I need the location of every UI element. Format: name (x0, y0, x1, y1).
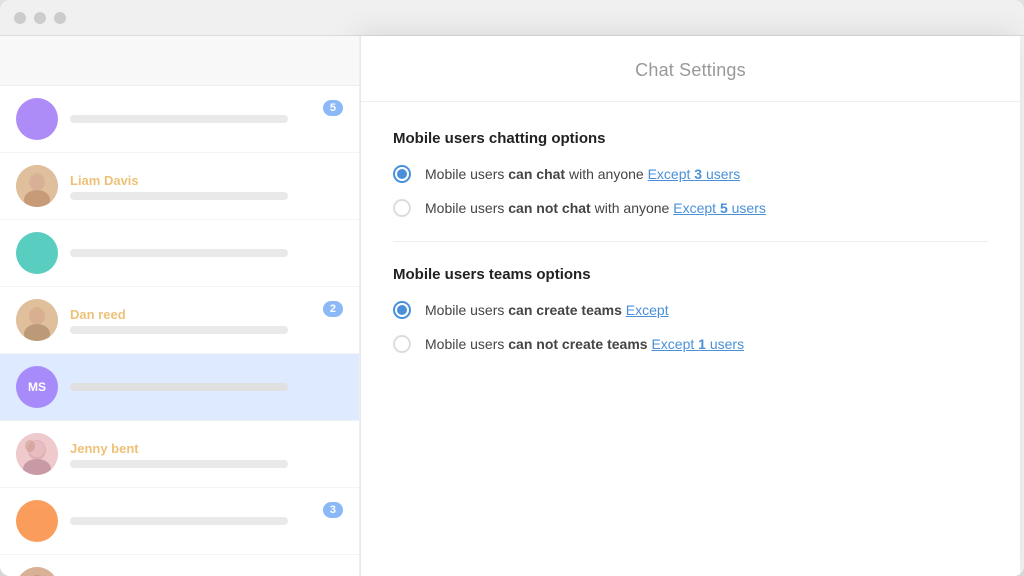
bold-text: can not chat (508, 200, 590, 216)
sidebar-name: Liam Davis (70, 173, 343, 188)
main-content: 5 Liam Davis (0, 36, 1024, 576)
avatar-face-svg (16, 165, 58, 207)
radio-inner (397, 305, 407, 315)
chat-settings-modal: Chat Settings Mobile users chatting opti… (360, 36, 1020, 576)
sidebar-preview (70, 326, 288, 334)
sidebar-item-text (70, 383, 343, 391)
bold-text: can chat (508, 166, 565, 182)
avatar-teal (16, 232, 58, 274)
option-text-teams-2: Mobile users can not create teams Except… (425, 336, 988, 352)
sidebar-search-area (0, 36, 359, 86)
radio-inner (397, 169, 407, 179)
sidebar-preview (70, 460, 288, 468)
option-text-teams-1: Mobile users can create teams Except (425, 302, 988, 318)
sidebar-item-liam2[interactable]: Liam Davis (0, 555, 359, 576)
text-after: with anyone (565, 166, 648, 182)
teams-option-1[interactable]: Mobile users can create teams Except (393, 301, 988, 319)
modal-header: Chat Settings (361, 36, 1020, 102)
traffic-light-maximize[interactable] (54, 12, 66, 24)
sidebar-item-text: Jenny bent (70, 441, 343, 468)
radio-teams-1[interactable] (393, 301, 411, 319)
sidebar-preview (70, 192, 288, 200)
sidebar-preview (70, 383, 288, 391)
bold-text: can create teams (508, 302, 622, 318)
bold-text: can not create teams (508, 336, 647, 352)
except-link-1[interactable]: Except 3 users (648, 166, 741, 182)
badge-count: 5 (323, 100, 343, 116)
avatar-liam2 (16, 567, 58, 576)
badge-count: 2 (323, 301, 343, 317)
sidebar-item-ms[interactable]: MS (0, 354, 359, 421)
teams-section-title: Mobile users teams options (393, 266, 988, 283)
text-before: Mobile users (425, 200, 508, 216)
sidebar-preview (70, 115, 288, 123)
radio-chat-1[interactable] (393, 165, 411, 183)
avatar-dan-svg (16, 299, 58, 341)
modal-body: Mobile users chatting options Mobile use… (361, 102, 1020, 576)
except-link-3[interactable]: Except (626, 302, 669, 318)
sidebar-item-text: Liam Davis (70, 173, 343, 200)
teams-option-2[interactable]: Mobile users can not create teams Except… (393, 335, 988, 353)
sidebar-name: Dan reed (70, 307, 343, 322)
app-window: 5 Liam Davis (0, 0, 1024, 576)
option-text-chat-1: Mobile users can chat with anyone Except… (425, 166, 988, 182)
sidebar-item-liam[interactable]: Liam Davis (0, 153, 359, 220)
sidebar-item-orange[interactable]: 3 (0, 488, 359, 555)
sidebar-item-text (70, 517, 343, 525)
avatar-jenny (16, 433, 58, 475)
sidebar-item-text (70, 249, 343, 257)
sidebar-preview (70, 249, 288, 257)
sidebar-preview (70, 517, 288, 525)
badge-count: 3 (323, 502, 343, 518)
text-before: Mobile users (425, 302, 508, 318)
except-link-2[interactable]: Except 5 users (673, 200, 766, 216)
titlebar (0, 0, 1024, 36)
modal-title: Chat Settings (635, 60, 746, 80)
avatar-liam2-svg (16, 567, 58, 576)
sidebar-item-jenny[interactable]: Jenny bent (0, 421, 359, 488)
traffic-light-close[interactable] (14, 12, 26, 24)
chat-option-2[interactable]: Mobile users can not chat with anyone Ex… (393, 199, 988, 217)
sidebar-item-dan[interactable]: Dan reed 2 (0, 287, 359, 354)
traffic-light-minimize[interactable] (34, 12, 46, 24)
sidebar-item-text: Dan reed (70, 307, 343, 334)
text-after: with anyone (591, 200, 674, 216)
avatar-ms: MS (16, 366, 58, 408)
section-divider (393, 241, 988, 242)
avatar-orange (16, 500, 58, 542)
avatar-dan (16, 299, 58, 341)
except-link-4[interactable]: Except 1 users (651, 336, 744, 352)
avatar-jenny-svg (16, 433, 58, 475)
chatting-section-title: Mobile users chatting options (393, 130, 988, 147)
sidebar-name: Jenny bent (70, 441, 343, 456)
radio-chat-2[interactable] (393, 199, 411, 217)
avatar-liam (16, 165, 58, 207)
text-before: Mobile users (425, 336, 508, 352)
option-text-chat-2: Mobile users can not chat with anyone Ex… (425, 200, 988, 216)
chat-option-1[interactable]: Mobile users can chat with anyone Except… (393, 165, 988, 183)
avatar-purple (16, 98, 58, 140)
sidebar-item-text (70, 115, 343, 123)
text-before: Mobile users (425, 166, 508, 182)
sidebar-item-teal[interactable] (0, 220, 359, 287)
radio-teams-2[interactable] (393, 335, 411, 353)
sidebar-item-1[interactable]: 5 (0, 86, 359, 153)
sidebar: 5 Liam Davis (0, 36, 360, 576)
